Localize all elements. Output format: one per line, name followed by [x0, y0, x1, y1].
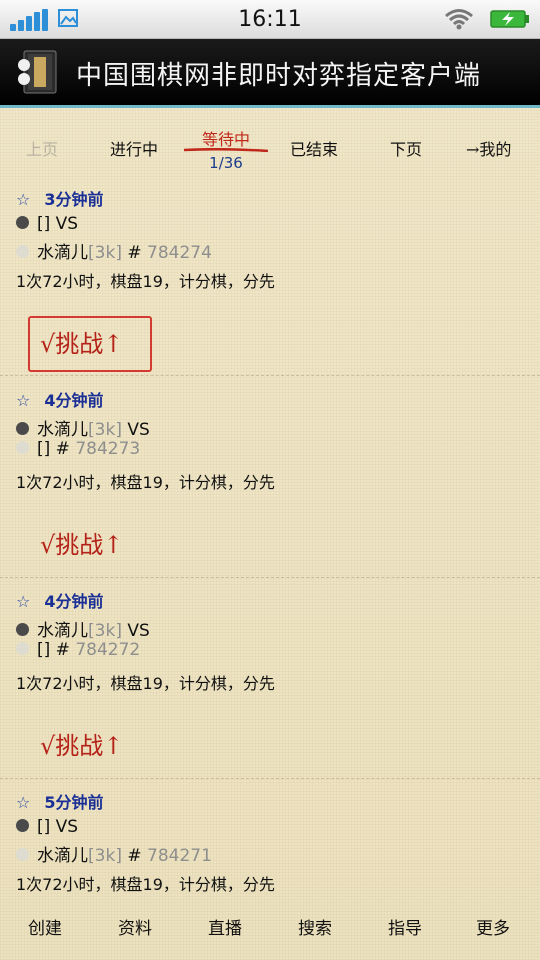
black-stone-icon: [16, 819, 29, 832]
divider: [0, 577, 540, 578]
black-player: 水滴儿[3k] VS: [16, 415, 150, 440]
game-time: 5分钟前: [44, 793, 104, 812]
go-board-book-icon: [18, 50, 57, 94]
vs-label: VS: [55, 214, 79, 234]
challenge-button[interactable]: √挑战↑: [40, 525, 123, 560]
game-rules: 1次72小时，棋盘19，计分棋，分先: [16, 272, 275, 291]
white-player-name: []: [37, 439, 51, 459]
game-header: ☆ 5分钟前: [16, 789, 103, 813]
game-time: 4分钟前: [44, 391, 104, 410]
black-player-name: []: [37, 817, 51, 837]
app-title-bar: 中国围棋网非即时对弈指定客户端: [0, 39, 540, 108]
black-stone-icon: [16, 216, 29, 229]
white-stone-icon: [16, 245, 29, 258]
divider: [0, 375, 540, 376]
game-id: 784272: [75, 640, 141, 660]
white-player-name[interactable]: 水滴儿: [37, 243, 88, 263]
nav-more[interactable]: 更多: [476, 914, 510, 939]
tab-active-underline: [184, 148, 268, 152]
white-stone-icon: [16, 642, 29, 655]
white-player-name: []: [37, 640, 51, 660]
star-icon[interactable]: ☆: [16, 592, 30, 611]
game-rules: 1次72小时，棋盘19，计分棋，分先: [16, 473, 275, 492]
game-time: 4分钟前: [44, 592, 104, 611]
tab-waiting[interactable]: 等待中 1/36: [184, 126, 268, 172]
challenge-button[interactable]: √挑战↑: [40, 324, 123, 359]
game-item[interactable]: ☆ 4分钟前 水滴儿[3k] VS [] # 784272 1次72小时，棋盘19…: [16, 588, 526, 698]
black-player: [] VS: [16, 214, 78, 234]
game-item[interactable]: ☆ 3分钟前 [] VS 水滴儿[3k] # 784274 1次72小时，棋盘19…: [16, 186, 526, 296]
game-id: 784271: [147, 846, 212, 866]
white-player-rank: 3k: [94, 243, 116, 263]
star-icon[interactable]: ☆: [16, 391, 30, 410]
black-player-name: []: [37, 214, 51, 234]
game-rules: 1次72小时，棋盘19，计分棋，分先: [16, 875, 275, 894]
nav-profile[interactable]: 资料: [118, 914, 152, 939]
tab-prev-page[interactable]: 上页: [26, 136, 58, 160]
status-bar: 16:11: [0, 0, 540, 39]
black-player-name[interactable]: 水滴儿: [37, 420, 88, 440]
star-icon[interactable]: ☆: [16, 793, 30, 812]
game-header: ☆ 4分钟前: [16, 387, 103, 411]
black-player-rank: 3k: [94, 621, 116, 641]
vs-label: VS: [127, 621, 150, 641]
star-icon[interactable]: ☆: [16, 190, 30, 209]
game-id: 784274: [147, 243, 212, 263]
battery-charging-icon: [490, 10, 529, 28]
white-player: [] # 784272: [16, 640, 140, 660]
nav-create[interactable]: 创建: [28, 914, 62, 939]
tab-waiting-count: 1/36: [209, 154, 243, 172]
nav-live[interactable]: 直播: [208, 914, 242, 939]
app-title: 中国围棋网非即时对弈指定客户端: [76, 61, 482, 91]
tab-next-page[interactable]: 下页: [390, 136, 422, 160]
white-player: 水滴儿[3k] # 784274: [16, 238, 212, 263]
tab-waiting-label: 等待中: [201, 130, 250, 149]
black-stone-icon: [16, 623, 29, 636]
vs-label: VS: [127, 420, 150, 440]
black-player: [] VS: [16, 817, 78, 837]
tab-bar: 上页 进行中 等待中 1/36 已结束 下页 →我的: [0, 124, 540, 176]
white-player-rank: 3k: [94, 846, 116, 866]
game-time: 3分钟前: [44, 190, 104, 209]
divider: [0, 778, 540, 779]
tab-mine[interactable]: →我的: [466, 136, 511, 160]
game-header: ☆ 3分钟前: [16, 186, 103, 210]
white-player-name[interactable]: 水滴儿: [37, 846, 88, 866]
challenge-button[interactable]: √挑战↑: [40, 726, 123, 761]
vs-label: VS: [55, 817, 79, 837]
white-stone-icon: [16, 848, 29, 861]
game-item[interactable]: ☆ 5分钟前 [] VS 水滴儿[3k] # 784271 1次72小时，棋盘19…: [16, 789, 526, 899]
game-rules: 1次72小时，棋盘19，计分棋，分先: [16, 674, 275, 693]
black-player: 水滴儿[3k] VS: [16, 616, 150, 641]
game-id: 784273: [75, 439, 141, 459]
wifi-icon: [445, 9, 473, 30]
bottom-nav: 创建 资料 直播 搜索 指导 更多: [0, 906, 540, 946]
black-player-name[interactable]: 水滴儿: [37, 621, 88, 641]
white-player: 水滴儿[3k] # 784271: [16, 841, 212, 866]
game-header: ☆ 4分钟前: [16, 588, 103, 612]
game-item[interactable]: ☆ 4分钟前 水滴儿[3k] VS [] # 784273 1次72小时，棋盘19…: [16, 387, 526, 497]
black-player-rank: 3k: [94, 420, 116, 440]
nav-guide[interactable]: 指导: [388, 914, 422, 939]
white-player: [] # 784273: [16, 439, 140, 459]
white-stone-icon: [16, 441, 29, 454]
tab-in-progress[interactable]: 进行中: [110, 136, 158, 160]
black-stone-icon: [16, 422, 29, 435]
nav-search[interactable]: 搜索: [298, 914, 332, 939]
tab-finished[interactable]: 已结束: [290, 136, 338, 160]
